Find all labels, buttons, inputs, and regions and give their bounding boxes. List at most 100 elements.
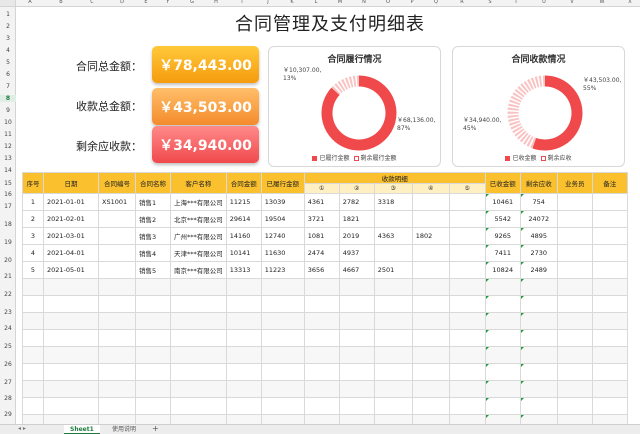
header-notes[interactable]: 备注 [591, 172, 628, 194]
table-cell[interactable] [135, 295, 171, 313]
table-cell[interactable] [260, 329, 305, 347]
table-cell[interactable]: 2501 [373, 261, 413, 279]
table-cell[interactable] [338, 295, 375, 313]
table-cell[interactable]: 4895 [519, 227, 558, 245]
table-cell[interactable] [519, 278, 558, 296]
table-cell[interactable] [303, 295, 340, 313]
header-contract-name[interactable]: 合同名称 [135, 172, 171, 194]
table-cell[interactable] [448, 210, 486, 228]
table-cell[interactable] [411, 363, 450, 381]
table-cell[interactable] [591, 210, 628, 228]
table-cell[interactable] [43, 312, 99, 330]
donut-slice-secondary[interactable] [507, 75, 546, 149]
table-cell[interactable] [338, 312, 375, 330]
tab-sheet1[interactable]: Sheet1 [64, 425, 100, 434]
table-cell[interactable]: 天津***有限公司 [170, 244, 227, 262]
table-cell[interactable] [22, 397, 44, 415]
empty-row[interactable] [22, 380, 628, 398]
table-cell[interactable]: 销售3 [135, 227, 171, 245]
row-header[interactable]: 20 [0, 257, 16, 264]
column-header-strip[interactable]: A B C D E F G H I J K L M N O P Q R S T U V W X [16, 0, 640, 7]
header-salesperson[interactable]: 业务员 [556, 172, 593, 194]
table-cell[interactable] [338, 278, 375, 296]
table-cell[interactable] [591, 278, 628, 296]
table-cell[interactable] [411, 397, 450, 415]
table-cell[interactable]: 13039 [260, 193, 305, 211]
table-row[interactable]: 1 2021-01-01 XS1001 销售1 上海***有限公司 11215 13039 4… [22, 193, 628, 211]
row-header[interactable]: 8 [0, 95, 16, 102]
table-cell[interactable]: 7411 [484, 244, 521, 262]
empty-row[interactable] [22, 278, 628, 296]
table-cell[interactable] [556, 397, 593, 415]
table-cell[interactable] [98, 397, 136, 415]
table-cell[interactable] [170, 346, 227, 364]
table-cell[interactable] [260, 346, 305, 364]
row-header[interactable]: 27 [0, 379, 16, 386]
table-cell[interactable] [98, 312, 136, 330]
table-cell[interactable]: 2021-04-01 [43, 244, 99, 262]
table-cell[interactable] [411, 329, 450, 347]
row-header[interactable]: 1 [0, 11, 16, 18]
table-cell[interactable] [484, 312, 521, 330]
table-cell[interactable] [303, 346, 340, 364]
header-payment-4[interactable]: ④ [411, 183, 450, 194]
table-cell[interactable] [338, 346, 375, 364]
column-header[interactable]: I [241, 0, 242, 5]
table-cell[interactable] [303, 363, 340, 381]
table-cell[interactable]: 2489 [519, 261, 558, 279]
table-cell[interactable]: 3721 [303, 210, 340, 228]
row-header[interactable]: 29 [0, 411, 16, 418]
table-cell[interactable]: 1802 [411, 227, 450, 245]
table-cell[interactable]: 19504 [260, 210, 305, 228]
table-cell[interactable] [260, 363, 305, 381]
table-cell[interactable] [373, 244, 413, 262]
table-cell[interactable] [22, 329, 44, 347]
table-cell[interactable] [591, 227, 628, 245]
table-cell[interactable] [373, 312, 413, 330]
table-cell[interactable] [591, 261, 628, 279]
row-header[interactable]: 24 [0, 325, 16, 332]
table-cell[interactable] [591, 295, 628, 313]
table-cell[interactable] [260, 312, 305, 330]
header-amount[interactable]: 合同金额 [225, 172, 262, 194]
header-payment-1[interactable]: ① [303, 183, 340, 194]
select-all-corner[interactable] [0, 0, 16, 7]
table-cell[interactable] [135, 329, 171, 347]
header-performed[interactable]: 已履行金额 [260, 172, 305, 194]
table-cell[interactable] [170, 397, 227, 415]
table-cell[interactable] [373, 329, 413, 347]
table-cell[interactable] [98, 278, 136, 296]
table-cell[interactable] [338, 380, 375, 398]
table-cell[interactable] [519, 363, 558, 381]
column-header[interactable]: R [460, 0, 463, 5]
header-payment-2[interactable]: ② [338, 183, 375, 194]
table-cell[interactable] [448, 380, 486, 398]
table-cell[interactable]: 4363 [373, 227, 413, 245]
row-header-strip[interactable]: 1 2 3 4 5 6 7 8 9 10 11 12 13 14 15 16 17 18 19 20 21 22 23 24 2… [0, 7, 16, 432]
table-cell[interactable] [411, 210, 450, 228]
table-cell[interactable] [556, 329, 593, 347]
table-cell[interactable] [411, 312, 450, 330]
table-cell[interactable] [260, 380, 305, 398]
table-cell[interactable] [373, 346, 413, 364]
row-header[interactable]: 9 [0, 107, 16, 114]
table-cell[interactable]: 3318 [373, 193, 413, 211]
row-header[interactable]: 12 [0, 143, 16, 150]
table-cell[interactable]: 2782 [338, 193, 375, 211]
row-header[interactable]: 17 [0, 203, 16, 210]
table-cell[interactable] [98, 227, 136, 245]
table-cell[interactable] [135, 312, 171, 330]
table-cell[interactable] [98, 210, 136, 228]
table-cell[interactable] [556, 312, 593, 330]
column-header[interactable]: U [542, 0, 546, 5]
table-cell[interactable] [448, 312, 486, 330]
table-cell[interactable] [448, 261, 486, 279]
table-cell[interactable]: 北京***有限公司 [170, 210, 227, 228]
payment-chart-panel[interactable]: 合同收款情况 ￥43,503.00, 55% ￥34,940.00, 45% 已… [452, 46, 625, 167]
table-cell[interactable] [448, 244, 486, 262]
table-cell[interactable] [22, 380, 44, 398]
table-cell[interactable]: 2730 [519, 244, 558, 262]
performance-chart-panel[interactable]: 合同履行情况 ￥10,307.00, 13% ￥68,136.00, 87% 已… [268, 46, 441, 167]
table-cell[interactable]: 11630 [260, 244, 305, 262]
table-cell[interactable] [98, 261, 136, 279]
